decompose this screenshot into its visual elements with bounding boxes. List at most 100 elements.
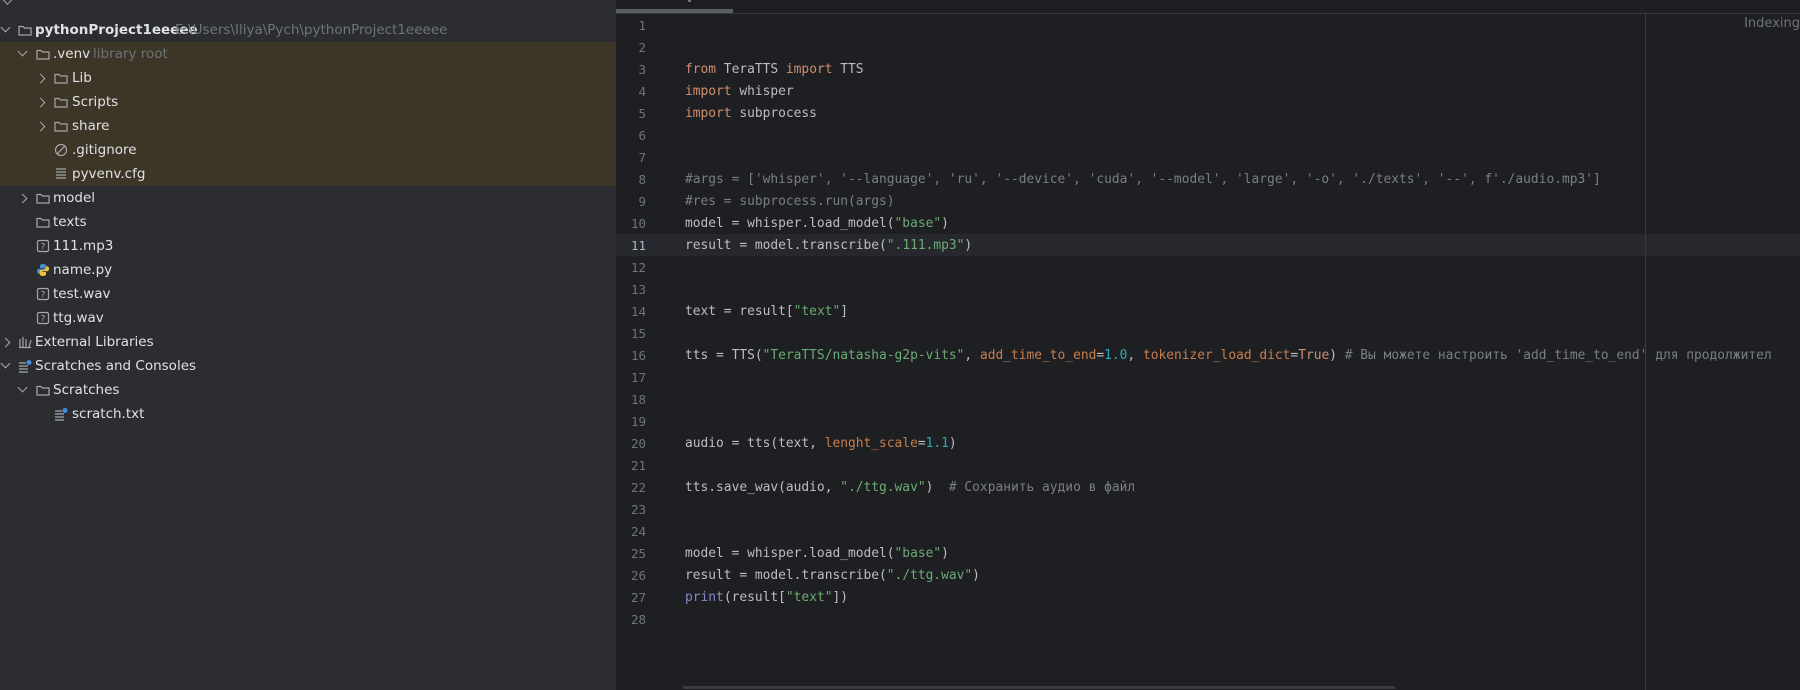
code-line-14[interactable]: text = result["text"] <box>685 301 848 323</box>
tree-item-external-libraries[interactable]: External Libraries <box>0 330 616 354</box>
tree-item-label: test.wav <box>53 286 111 302</box>
line-number: 26 <box>630 568 646 583</box>
tree-item-venv[interactable]: .venv library root <box>0 42 616 66</box>
chevron-down-icon[interactable] <box>17 46 28 57</box>
code-line-4[interactable]: import whisper <box>685 81 794 103</box>
code-token: = <box>1096 348 1105 363</box>
code-line-11[interactable]: result = model.transcribe(".111.mp3") <box>685 235 972 257</box>
tree-item-test-wav[interactable]: ? test.wav <box>0 282 616 306</box>
folder-icon <box>36 217 50 228</box>
code-token: ) <box>925 480 949 495</box>
code-line-5[interactable]: import subprocess <box>685 103 817 125</box>
code-token: , <box>1127 348 1143 363</box>
tree-item-ttg-wav[interactable]: ? ttg.wav <box>0 306 616 330</box>
chevron-right-icon[interactable] <box>35 121 46 132</box>
code-token: "./ttg.wav" <box>840 480 926 495</box>
chevron-down-icon[interactable] <box>17 382 28 393</box>
code-token: , <box>964 348 980 363</box>
line-number: 8 <box>638 172 646 187</box>
chevron-right-icon[interactable] <box>0 337 11 348</box>
scratches-icon <box>19 360 32 373</box>
code-token: import <box>685 106 732 121</box>
code-token: result = model.transcribe( <box>685 568 887 583</box>
line-number-gutter[interactable]: 1 2 3 4 5 6 7 8 9 10 11 12 13 14 15 16 1… <box>616 0 676 690</box>
code-line-22[interactable]: tts.save_wav(audio, "./ttg.wav") # Сохра… <box>685 477 1135 499</box>
code-editor[interactable]: Indexing 1 2 3 4 5 6 7 8 9 10 11 12 13 1… <box>616 0 1800 690</box>
folder-icon <box>36 49 50 60</box>
code-token: import <box>785 62 833 77</box>
code-token: ) <box>941 216 949 231</box>
folder-icon <box>18 25 32 36</box>
tree-item-share[interactable]: share <box>0 114 616 138</box>
line-number: 20 <box>630 436 646 451</box>
horizontal-scrollbar[interactable] <box>683 686 1395 689</box>
line-number: 25 <box>630 546 646 561</box>
tabstrip-divider <box>616 13 1800 14</box>
line-number: 5 <box>638 106 646 121</box>
code-token: print <box>685 590 724 605</box>
chevron-right-icon[interactable] <box>17 193 28 204</box>
code-token: "TeraTTS/natasha-g2p-vits" <box>762 348 965 363</box>
line-number: 22 <box>630 480 646 495</box>
tree-item-111-mp3[interactable]: ? 111.mp3 <box>0 234 616 258</box>
tree-item-gitignore[interactable]: .gitignore <box>0 138 616 162</box>
chevron-right-icon[interactable] <box>35 97 46 108</box>
chevron-down-icon[interactable] <box>0 22 11 33</box>
tree-item-scratch-txt[interactable]: scratch.txt <box>0 402 616 426</box>
tree-item-label: External Libraries <box>35 334 154 350</box>
code-token: 1.1 <box>925 436 949 451</box>
python-file-icon <box>37 264 49 276</box>
code-line-16[interactable]: tts = TTS("TeraTTS/natasha-g2p-vits", ad… <box>685 345 1772 367</box>
tree-item-label: ttg.wav <box>53 310 104 326</box>
code-line-25[interactable]: model = whisper.load_model("base") <box>685 543 949 565</box>
code-line-27[interactable]: print(result["text"]) <box>685 587 848 609</box>
chevron-right-icon[interactable] <box>35 73 46 84</box>
tree-item-texts[interactable]: texts <box>0 210 616 234</box>
project-root-name: pythonProject1eeeee <box>35 22 198 38</box>
folder-icon <box>54 97 68 108</box>
code-token: import <box>685 84 732 99</box>
tree-item-scripts[interactable]: Scripts <box>0 90 616 114</box>
code-line-26[interactable]: result = model.transcribe("./ttg.wav") <box>685 565 980 587</box>
code-token: model = whisper.load_model( <box>685 216 895 231</box>
tree-item-label: scratch.txt <box>72 406 145 422</box>
code-token: "base" <box>894 546 942 561</box>
code-line-20[interactable]: audio = tts(text, lenght_scale=1.1) <box>685 433 957 455</box>
code-line-9[interactable]: #res = subprocess.run(args) <box>685 191 895 213</box>
code-token: add_time_to_end <box>979 348 1097 363</box>
code-line-3[interactable]: from TeraTTS import TTS <box>685 59 864 81</box>
code-token: ) <box>972 568 980 583</box>
line-number: 16 <box>630 348 646 363</box>
svg-text:?: ? <box>41 243 46 253</box>
code-token: ".111.mp3" <box>886 238 965 253</box>
line-number: 9 <box>638 194 646 209</box>
code-token: "base" <box>894 216 942 231</box>
code-token: model = whisper.load_model( <box>685 546 895 561</box>
code-token: ) <box>941 546 949 561</box>
tree-item-scratches-and-consoles[interactable]: Scratches and Consoles <box>0 354 616 378</box>
line-number: 10 <box>630 216 646 231</box>
code-token: from <box>685 62 717 77</box>
tree-item-pyvenv-cfg[interactable]: pyvenv.cfg <box>0 162 616 186</box>
indexing-status: Indexing <box>1744 16 1800 31</box>
chevron-down-icon[interactable] <box>1 0 14 5</box>
tree-item-label: model <box>53 190 96 206</box>
unknown-file-icon: ? <box>36 287 50 301</box>
tab-indicator-mark <box>688 0 691 2</box>
tree-item-label: Scripts <box>72 94 119 110</box>
folder-icon <box>54 73 68 84</box>
tree-item-name-py[interactable]: name.py <box>0 258 616 282</box>
line-number: 1 <box>638 18 646 33</box>
code-line-10[interactable]: model = whisper.load_model("base") <box>685 213 949 235</box>
code-token: # Вы можете настроить 'add_time_to_end' … <box>1344 348 1772 363</box>
code-line-8[interactable]: #args = ['whisper', '--language', 'ru', … <box>685 169 1601 191</box>
tree-item-lib[interactable]: Lib <box>0 66 616 90</box>
code-token: = <box>917 436 926 451</box>
tree-item-label: .gitignore <box>72 142 137 158</box>
code-token: ]) <box>832 590 849 605</box>
line-number: 23 <box>630 502 646 517</box>
chevron-down-icon[interactable] <box>0 358 11 369</box>
tree-item-project-root[interactable]: pythonProject1eeeee E:\Users\Iliya\Pych\… <box>0 18 616 42</box>
tree-item-scratches[interactable]: Scratches <box>0 378 616 402</box>
tree-item-model[interactable]: model <box>0 186 616 210</box>
